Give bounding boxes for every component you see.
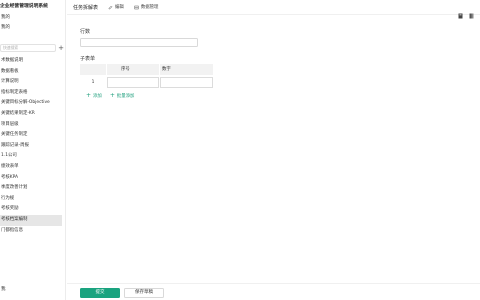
sidebar-nav-list: 术数据说明 数据看板 计算说明 指标制定表格 关键目标分解-Objective … xyxy=(0,56,65,237)
sidebar-item[interactable]: 术数据说明 xyxy=(0,56,65,67)
sidebar-item-mine[interactable]: 我的 xyxy=(0,13,65,23)
sidebar-item[interactable]: 门都指信息 xyxy=(0,226,65,237)
sidebar-item-mine-2[interactable]: 我的 xyxy=(0,23,65,33)
column-header-seq: 序号 xyxy=(107,64,159,75)
topbar-actions xyxy=(458,4,474,19)
seq-cell-input[interactable] xyxy=(107,77,159,88)
app-brand-title: 企业经营管理说明系统 xyxy=(0,4,48,9)
sidebar-item[interactable]: 数据看板 xyxy=(0,67,65,78)
batch-add-label: 批量添加 xyxy=(116,94,135,99)
page-title: 任务拆解表 xyxy=(73,4,99,11)
edit-icon xyxy=(108,5,113,9)
data-icon xyxy=(134,5,139,9)
sidebar-item[interactable]: 指标制定表格 xyxy=(0,88,65,99)
sidebar-item[interactable]: 跟踪记录-周报 xyxy=(0,141,65,152)
add-row-button[interactable]: + 添加 xyxy=(86,92,102,99)
column-header-number: 数字 xyxy=(160,64,213,75)
sidebar-item[interactable]: 绩效表单 xyxy=(0,162,65,173)
sidebar-item[interactable]: 行为规 xyxy=(0,194,65,205)
sidebar-item[interactable]: 项目层级 xyxy=(0,120,65,131)
sidebar-item[interactable]: 季度改善计划 xyxy=(0,183,65,194)
top-bar: 任务拆解表 编辑 数据管理 xyxy=(67,0,480,19)
number-cell-input[interactable] xyxy=(160,77,213,88)
sidebar-item-active[interactable]: 考核档案编制 xyxy=(0,214,62,226)
rows-input[interactable] xyxy=(80,38,198,47)
sidebar-item[interactable]: 考核KPA xyxy=(0,173,65,184)
row-number: 1 xyxy=(91,80,95,85)
subtable-actions: + 添加 + 批量添加 xyxy=(86,92,134,99)
sidebar-search-input[interactable]: 快速搜索 xyxy=(0,44,56,52)
data-manage-label: 数据管理 xyxy=(140,5,159,10)
sidebar-item[interactable]: 关键目标分解-Objective xyxy=(0,98,65,109)
form-footer: 提交 保存草稿 xyxy=(67,283,480,300)
sidebar-item[interactable]: 关键结果制定-KR xyxy=(0,109,65,120)
field-label-rows: 行数 xyxy=(80,29,91,35)
sidebar-item-bottom[interactable]: 我 xyxy=(0,286,6,294)
subtable-label: 子表单 xyxy=(80,56,96,62)
subtable: 序号 数字 1 xyxy=(80,64,213,90)
batch-add-button[interactable]: + 批量添加 xyxy=(110,92,135,99)
edit-button[interactable]: 编辑 xyxy=(108,4,124,10)
sidebar-top-nav: 我的 我的 xyxy=(0,13,65,33)
plus-icon: + xyxy=(109,92,115,99)
edit-label: 编辑 xyxy=(115,5,124,10)
save-draft-button[interactable]: 保存草稿 xyxy=(124,288,164,298)
sidebar-add-button[interactable]: + xyxy=(57,44,65,52)
sidebar-search-row: 快速搜索 + xyxy=(0,43,65,53)
sidebar-item[interactable]: 1.1公司 xyxy=(0,151,65,162)
share-icon[interactable] xyxy=(469,4,474,19)
plus-icon: + xyxy=(86,92,92,99)
sidebar-item[interactable]: 计算说明 xyxy=(0,77,65,88)
sidebar-item[interactable]: 关键任务制定 xyxy=(0,130,65,141)
book-icon[interactable] xyxy=(458,4,463,19)
subtable-header-blank xyxy=(80,64,106,75)
sidebar-item[interactable]: 考核奖励 xyxy=(0,204,65,215)
data-manage-button[interactable]: 数据管理 xyxy=(134,4,159,10)
sidebar: 企业经营管理说明系统 我的 我的 快速搜索 + 术数据说明 数据看板 计算说明 … xyxy=(0,0,66,300)
submit-button[interactable]: 提交 xyxy=(80,288,120,298)
add-row-label: 添加 xyxy=(93,94,102,99)
